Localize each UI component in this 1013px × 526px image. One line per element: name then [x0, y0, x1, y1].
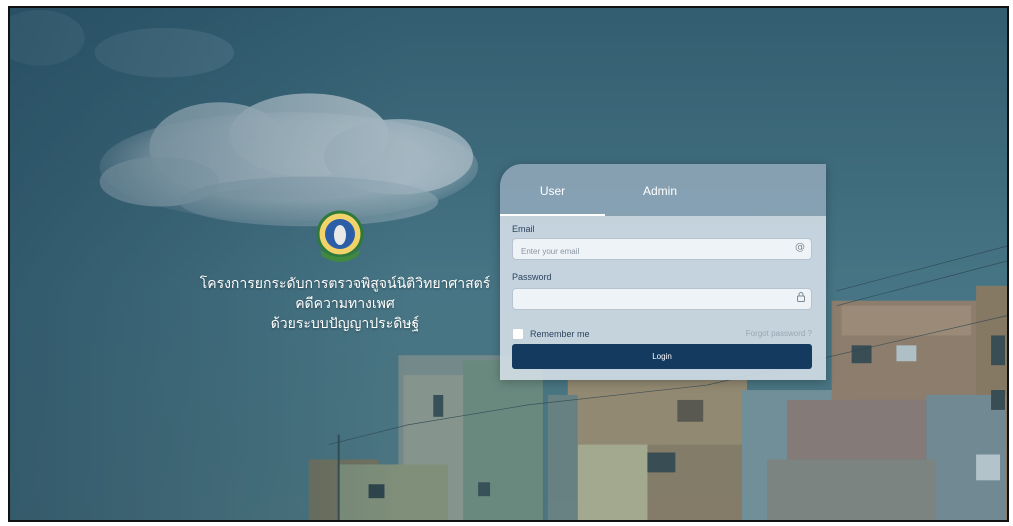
page-frame: โครงการยกระดับการตรวจพิสูจน์นิติวิทยาศาส… [8, 6, 1009, 522]
lock-icon [797, 292, 805, 305]
password-label: Password [512, 272, 552, 282]
remember-me-row[interactable]: Remember me [512, 328, 590, 340]
at-icon: @ [795, 242, 805, 253]
login-card: User Admin Email @ Password [500, 164, 826, 380]
project-headline: โครงการยกระดับการตรวจพิสูจน์นิติวิทยาศาส… [160, 274, 530, 334]
tab-admin[interactable]: Admin [605, 164, 715, 216]
institute-emblem-logo [316, 210, 364, 262]
remember-me-checkbox[interactable] [512, 328, 524, 340]
password-field-wrapper [512, 288, 812, 312]
forgot-password-link[interactable]: Forgot password ? [746, 329, 812, 338]
headline-line-3: ด้วยระบบปัญญาประดิษฐ์ [270, 316, 420, 332]
login-button[interactable]: Login [512, 344, 812, 369]
headline-line-2: คดีความทางเพศ [295, 296, 395, 312]
email-label: Email [512, 224, 535, 234]
password-input[interactable] [513, 291, 791, 312]
remember-me-label: Remember me [530, 329, 590, 339]
headline-line-1: โครงการยกระดับการตรวจพิสูจน์นิติวิทยาศาส… [199, 276, 491, 292]
login-tabs: User Admin [500, 164, 826, 216]
email-input[interactable] [513, 241, 791, 262]
tab-user[interactable]: User [500, 164, 605, 216]
login-form: Email @ Password Remember me Forgot [500, 216, 826, 380]
email-field-wrapper: @ [512, 238, 812, 262]
